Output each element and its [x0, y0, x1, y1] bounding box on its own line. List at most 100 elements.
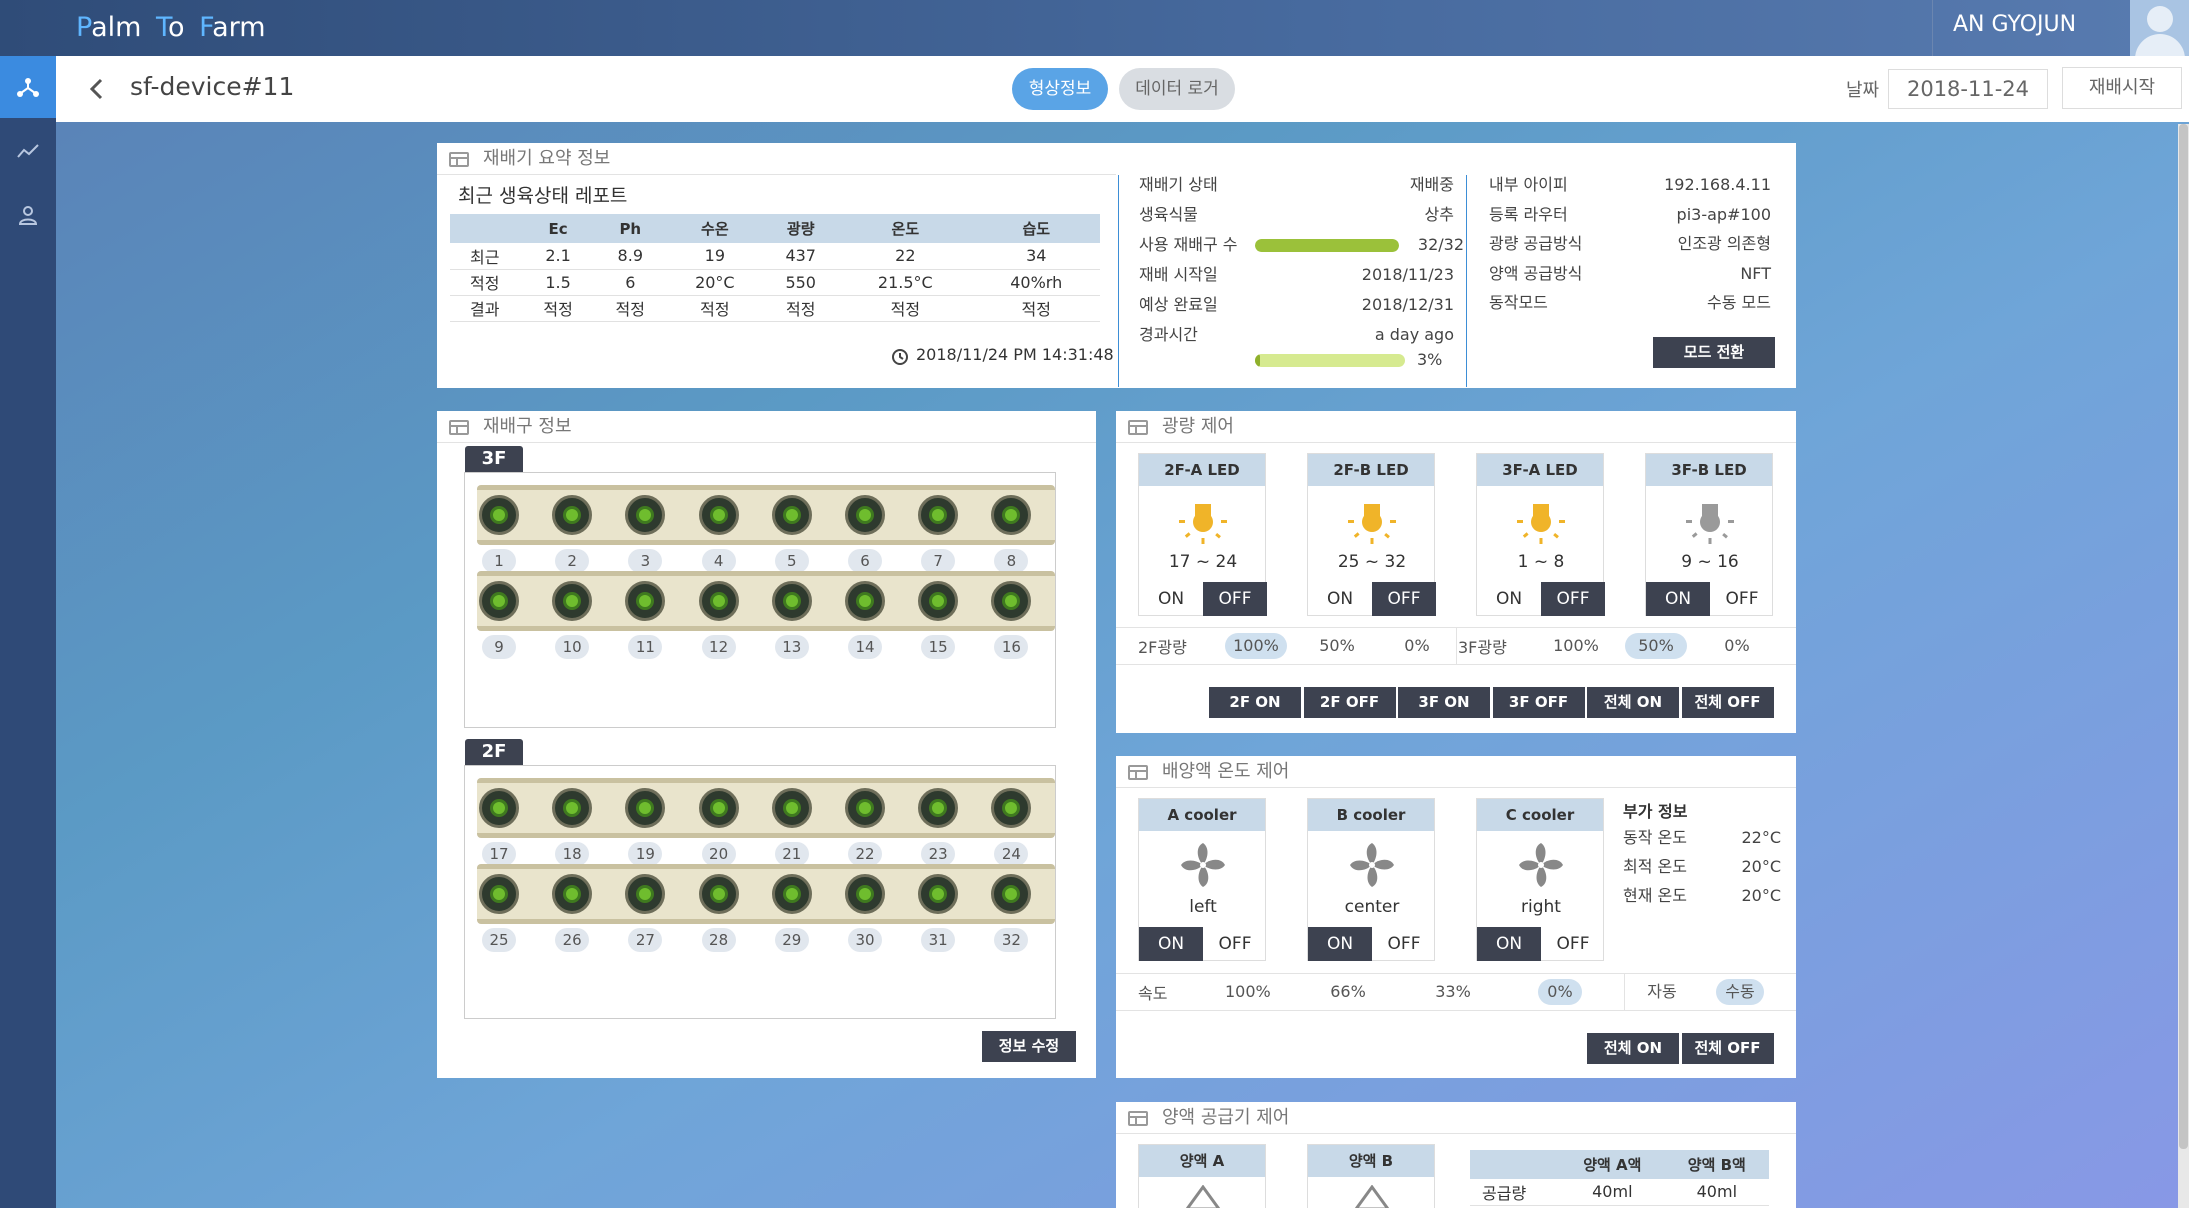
date-input[interactable]: 2018-11-24 [1888, 69, 2048, 109]
panel-icon [449, 152, 469, 167]
fan-speed-option[interactable]: 0% [1538, 979, 1582, 1005]
plant-slot-icon[interactable] [845, 788, 885, 828]
pump-card-a[interactable]: 양액 A [1138, 1144, 1266, 1208]
tab-data-logger[interactable]: 데이터 로거 [1119, 68, 1235, 110]
light-level-option[interactable]: 0% [1706, 633, 1768, 659]
plant-slot-icon[interactable] [918, 495, 959, 535]
top-bar: Palm To Farm AN GYOJUN [0, 0, 2189, 56]
sidebar-item-network[interactable] [0, 56, 56, 118]
plant-slot-icon[interactable] [479, 581, 519, 621]
light-control-button[interactable]: 전체 ON [1587, 687, 1679, 718]
light-control-button[interactable]: 3F ON [1398, 687, 1490, 718]
plant-slot-icon[interactable] [552, 581, 593, 621]
on-button[interactable]: ON [1139, 927, 1203, 961]
light-level-option[interactable]: 100% [1225, 633, 1287, 659]
cooler-control-button[interactable]: 전체 ON [1587, 1033, 1679, 1064]
cooler-mode-option[interactable]: 자동 [1638, 979, 1686, 1005]
off-button[interactable]: OFF [1372, 582, 1436, 616]
scrollbar[interactable] [2178, 124, 2189, 1208]
app-logo[interactable]: Palm To Farm [76, 8, 266, 48]
cooler-card: A cooler left ON OFF [1138, 798, 1266, 961]
light-control-button[interactable]: 3F OFF [1492, 687, 1585, 718]
fan-speed-option[interactable]: 33% [1431, 979, 1475, 1005]
sidebar-item-user[interactable] [0, 184, 56, 246]
off-button[interactable]: OFF [1203, 927, 1267, 961]
report-table: Ec Ph 수온 광량 온도 습도 최근 2.1 8.9 19 437 22 34 적정 1.5 6 20°… [450, 214, 1100, 322]
user-name[interactable]: AN GYOJUN [1932, 0, 2128, 56]
sidebar-item-chart[interactable] [0, 120, 56, 182]
plant-slot-icon[interactable] [479, 874, 519, 914]
back-arrow-icon[interactable] [82, 74, 112, 104]
nutrient-table: 양액 A액 양액 B액 공급량 40ml 40ml [1470, 1150, 1769, 1206]
level-label-2f: 2F광량 [1138, 638, 1187, 657]
light-control-button[interactable]: 2F OFF [1303, 687, 1396, 718]
plant-slot-icon[interactable] [479, 495, 519, 535]
on-button[interactable]: ON [1139, 582, 1203, 616]
cooler-name: B cooler [1308, 799, 1434, 831]
led-range: 1 ~ 8 [1517, 552, 1565, 572]
slot-number: 26 [555, 928, 590, 952]
fan-speed-option[interactable]: 66% [1326, 979, 1370, 1005]
plant-slot-icon[interactable] [771, 495, 812, 535]
plant-slot-icon[interactable] [771, 874, 812, 914]
light-level-option[interactable]: 50% [1625, 633, 1687, 659]
led-toggle: ON OFF [1646, 582, 1774, 616]
plant-slot-icon[interactable] [771, 788, 812, 828]
fan-speed-option[interactable]: 100% [1225, 979, 1271, 1005]
plant-slot-icon[interactable] [845, 581, 885, 621]
off-button[interactable]: OFF [1372, 927, 1436, 961]
on-button[interactable]: ON [1308, 582, 1372, 616]
slot-number: 21 [774, 842, 809, 866]
plant-slot-icon[interactable] [845, 874, 885, 914]
plant-slot-icon[interactable] [552, 874, 593, 914]
on-button[interactable]: ON [1308, 927, 1372, 961]
pump-icon [1185, 1185, 1221, 1208]
plant-slot-icon[interactable] [698, 581, 739, 621]
cooler-toggle: ON OFF [1308, 927, 1436, 961]
mode-switch-button[interactable]: 모드 전환 [1653, 337, 1775, 368]
slot-number: 14 [848, 635, 882, 659]
off-button[interactable]: OFF [1203, 582, 1267, 616]
on-button[interactable]: ON [1477, 582, 1541, 616]
light-control-button[interactable]: 전체 OFF [1681, 687, 1774, 718]
plant-slot-icon[interactable] [771, 581, 812, 621]
table-row: 최근 2.1 8.9 19 437 22 34 [450, 243, 1100, 270]
light-level-option[interactable]: 50% [1306, 633, 1368, 659]
cooler-position: right [1521, 897, 1561, 917]
start-cultivation-button[interactable]: 재배시작 [2062, 67, 2182, 109]
on-button[interactable]: ON [1646, 582, 1710, 616]
off-button[interactable]: OFF [1710, 582, 1774, 616]
plant-slot-icon[interactable] [698, 495, 739, 535]
light-level-option[interactable]: 0% [1386, 633, 1448, 659]
slot-number: 11 [628, 635, 663, 659]
slot-number: 18 [555, 842, 590, 866]
device-title: sf-device#11 [130, 72, 295, 101]
off-button[interactable]: OFF [1541, 582, 1605, 616]
plant-slot-icon[interactable] [479, 788, 519, 828]
plant-slot-icon[interactable] [918, 581, 959, 621]
on-button[interactable]: ON [1477, 927, 1541, 961]
slot-number: 4 [701, 549, 736, 573]
plant-slot-icon[interactable] [845, 495, 885, 535]
tab-shape-info[interactable]: 형상정보 [1012, 68, 1108, 110]
light-control-button[interactable]: 2F ON [1209, 687, 1301, 718]
avatar[interactable] [2130, 0, 2189, 56]
plant-slot-icon[interactable] [552, 495, 593, 535]
cooler-mode-option[interactable]: 수동 [1716, 979, 1764, 1005]
cooler-control-button[interactable]: 전체 OFF [1681, 1033, 1774, 1064]
slot-number: 24 [994, 842, 1029, 866]
nutrient-panel: 양액 공급기 제어 양액 A 양액 B 양액 A액 양액 B액 공급량 40ml 40… [1116, 1102, 1796, 1208]
plant-slot-icon[interactable] [918, 788, 959, 828]
cooler-panel: 배양액 온도 제어 A cooler left ON OFF B cooler cente… [1116, 756, 1796, 1078]
edit-info-button[interactable]: 정보 수정 [982, 1031, 1076, 1062]
light-level-option[interactable]: 100% [1545, 633, 1607, 659]
plant-slot-icon[interactable] [552, 788, 593, 828]
led-toggle: ON OFF [1477, 582, 1605, 616]
plant-slot-icon[interactable] [698, 874, 739, 914]
plant-slot-icon[interactable] [698, 788, 739, 828]
slot-number: 19 [628, 842, 663, 866]
floor-label-2f: 2F [465, 739, 523, 765]
off-button[interactable]: OFF [1541, 927, 1605, 961]
pump-card-b[interactable]: 양액 B [1307, 1144, 1435, 1208]
plant-slot-icon[interactable] [918, 874, 959, 914]
